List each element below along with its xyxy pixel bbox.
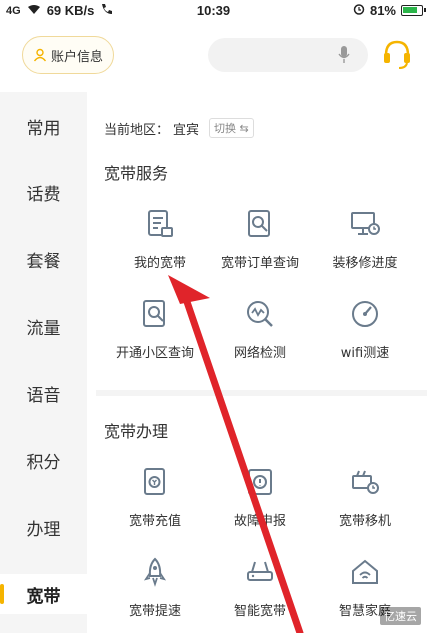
region-name: 宜宾 [173, 122, 200, 138]
person-icon [33, 48, 47, 62]
community-query-button[interactable]: 开通小区查询 [100, 298, 210, 368]
grid-item-label: 智能宽带 [233, 604, 286, 619]
section-divider [96, 390, 427, 396]
my-broadband-button[interactable]: 我的宽带 [105, 208, 215, 278]
watermark-text: 亿速云 [380, 607, 421, 625]
sidebar-item-phone-bill[interactable]: 话费 [0, 172, 87, 212]
wifi-speed-test-button[interactable]: wifi测速 [310, 298, 420, 368]
status-bar: 4G 69 KB/s 10:39 81% [0, 0, 427, 22]
grid-item-label: 故障申报 [233, 514, 286, 529]
sidebar-item-points[interactable]: 积分 [0, 440, 87, 480]
category-sidebar: 常用 话费 套餐 流量 语音 积分 办理 宽带 [0, 92, 87, 633]
account-info-label: 账户信息 [50, 49, 103, 65]
grid-item-label: 装移修进度 [332, 256, 398, 271]
switch-region-label: 切换 [214, 122, 237, 135]
broadband-order-query-button[interactable]: 宽带订单查询 [205, 208, 315, 278]
network-test-button[interactable]: 网络检测 [205, 298, 315, 368]
grid-item-label: 宽带提速 [128, 604, 181, 619]
battery-percent: 81% [369, 3, 396, 18]
sidebar-item-broadband[interactable]: 宽带 [0, 574, 87, 614]
region-prefix: 当前地区： [104, 122, 170, 138]
broadband-relocate-button[interactable]: 宽带移机 [310, 466, 420, 536]
sidebar-item-plan[interactable]: 套餐 [0, 239, 87, 279]
order-search-icon [248, 210, 270, 237]
search-input[interactable] [208, 38, 368, 72]
sidebar-item-voice[interactable]: 语音 [0, 373, 87, 413]
grid-item-label: 网络检测 [233, 346, 286, 361]
install-progress-button[interactable]: 装移修进度 [310, 208, 420, 278]
grid-item-label: 宽带移机 [338, 514, 391, 529]
grid-item-label: 宽带订单查询 [220, 256, 299, 271]
community-search-icon [143, 300, 165, 327]
microphone-icon[interactable] [338, 45, 350, 65]
speed-gauge-icon [352, 301, 378, 327]
customer-service-icon[interactable] [382, 38, 412, 72]
battery-icon [401, 5, 426, 16]
monitor-clock-icon [351, 212, 380, 235]
broadband-recharge-button[interactable]: 宽带充值 [100, 466, 210, 536]
fault-report-icon [248, 469, 272, 495]
grid-item-label: 开通小区查询 [115, 346, 194, 361]
rocket-icon [143, 557, 167, 587]
sidebar-item-data[interactable]: 流量 [0, 306, 87, 346]
switch-region-button[interactable]: 切换 ⇆ [209, 118, 254, 138]
section-title-broadband-handling: 宽带办理 [104, 422, 169, 441]
current-region: 当前地区： 宜宾 切换 ⇆ [104, 118, 254, 138]
smart-broadband-button[interactable]: 智能宽带 [205, 556, 315, 626]
header: 账户信息 [0, 30, 427, 80]
broadband-speedup-button[interactable]: 宽带提速 [100, 556, 210, 626]
section-title-broadband-service: 宽带服务 [104, 164, 169, 183]
alarm-icon [353, 3, 365, 18]
grid-item-label: 我的宽带 [133, 256, 186, 271]
grid-item-label: 宽带充值 [128, 514, 181, 529]
network-test-icon [247, 301, 273, 327]
relocate-icon [352, 470, 379, 494]
fault-report-button[interactable]: 故障申报 [205, 466, 315, 536]
grid-item-label: wifi测速 [340, 346, 390, 361]
sidebar-item-common[interactable]: 常用 [0, 106, 87, 146]
account-info-button[interactable]: 账户信息 [22, 36, 114, 74]
document-broadband-icon [148, 210, 173, 237]
recharge-icon [144, 468, 165, 495]
smart-home-icon [352, 559, 378, 584]
sidebar-item-handle[interactable]: 办理 [0, 507, 87, 547]
router-icon [247, 561, 273, 581]
